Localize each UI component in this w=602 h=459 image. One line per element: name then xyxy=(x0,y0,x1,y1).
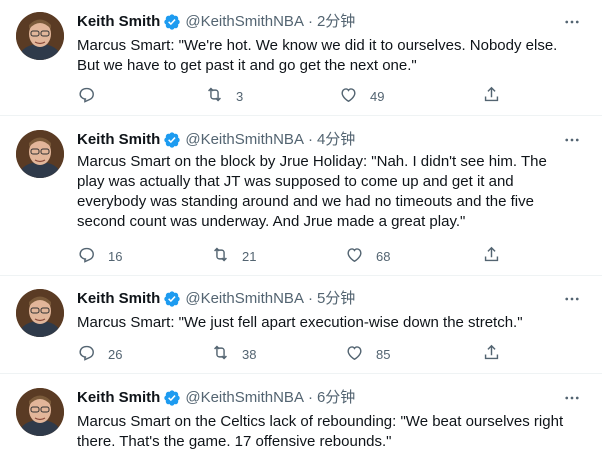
more-options-icon[interactable] xyxy=(562,289,582,309)
like-count: 49 xyxy=(370,88,385,104)
more-options-icon[interactable] xyxy=(562,388,582,408)
reply-button[interactable]: 16 xyxy=(77,246,122,266)
separator: · xyxy=(307,290,313,307)
like-icon xyxy=(339,85,358,107)
share-button[interactable] xyxy=(482,246,501,266)
timestamp[interactable]: 5分钟 xyxy=(317,289,355,309)
reply-button[interactable]: 26 xyxy=(77,344,122,364)
tweet-feed: Keith Smith @KeithSmithNBA · 2分钟 Marcus … xyxy=(0,0,602,459)
verified-badge-icon xyxy=(163,290,181,308)
like-button[interactable]: 49 xyxy=(339,86,384,106)
retweet-count: 3 xyxy=(236,88,244,104)
tweet-header: Keith Smith @KeithSmithNBA · 2分钟 xyxy=(77,12,355,32)
share-button[interactable] xyxy=(482,344,501,364)
more-options-icon[interactable] xyxy=(562,130,582,150)
like-count: 68 xyxy=(376,248,391,264)
timestamp[interactable]: 2分钟 xyxy=(317,12,355,32)
avatar[interactable] xyxy=(16,388,64,436)
tweet[interactable]: Keith Smith @KeithSmithNBA · 4分钟 Marcus … xyxy=(0,118,602,276)
retweet-icon xyxy=(205,85,224,107)
like-button[interactable]: 85 xyxy=(345,344,390,364)
like-icon xyxy=(345,343,364,365)
tweet-text: Marcus Smart: "We just fell apart execut… xyxy=(77,314,523,331)
author-handle[interactable]: @KeithSmithNBA xyxy=(185,12,304,32)
retweet-button[interactable]: 38 xyxy=(211,344,256,364)
timestamp[interactable]: 6分钟 xyxy=(317,388,355,408)
retweet-count: 38 xyxy=(242,346,257,362)
author-name[interactable]: Keith Smith xyxy=(77,388,160,408)
author-handle[interactable]: @KeithSmithNBA xyxy=(185,130,304,150)
separator: · xyxy=(307,389,313,406)
author-handle[interactable]: @KeithSmithNBA xyxy=(185,388,304,408)
retweet-icon xyxy=(211,245,230,267)
tweet-actions: 16 21 68 xyxy=(77,246,507,266)
avatar[interactable] xyxy=(16,289,64,337)
share-button[interactable] xyxy=(482,86,501,106)
author-handle[interactable]: @KeithSmithNBA xyxy=(185,289,304,309)
tweet-header: Keith Smith @KeithSmithNBA · 5分钟 xyxy=(77,289,355,309)
tweet[interactable]: Keith Smith @KeithSmithNBA · 5分钟 Marcus … xyxy=(0,277,602,374)
tweet-actions: 3 49 xyxy=(77,86,507,106)
like-button[interactable]: 68 xyxy=(345,246,390,266)
tweet-text: Marcus Smart on the Celtics lack of rebo… xyxy=(77,413,568,450)
tweet[interactable]: Keith Smith @KeithSmithNBA · 2分钟 Marcus … xyxy=(0,0,602,116)
retweet-button[interactable]: 21 xyxy=(211,246,256,266)
verified-badge-icon xyxy=(163,389,181,407)
separator: · xyxy=(307,131,313,148)
author-name[interactable]: Keith Smith xyxy=(77,130,160,150)
more-options-icon[interactable] xyxy=(562,12,582,32)
tweet-text: Marcus Smart on the block by Jrue Holida… xyxy=(77,153,551,230)
reply-icon xyxy=(77,343,96,365)
retweet-button[interactable]: 3 xyxy=(205,86,243,106)
tweet-text: Marcus Smart: "We're hot. We know we did… xyxy=(77,37,562,74)
author-name[interactable]: Keith Smith xyxy=(77,12,160,32)
reply-button[interactable] xyxy=(77,86,108,106)
like-count: 85 xyxy=(376,346,391,362)
tweet-header: Keith Smith @KeithSmithNBA · 4分钟 xyxy=(77,130,355,150)
avatar[interactable] xyxy=(16,12,64,60)
retweet-icon xyxy=(211,343,230,365)
reply-count: 26 xyxy=(108,346,123,362)
tweet[interactable]: Keith Smith @KeithSmithNBA · 6分钟 Marcus … xyxy=(0,375,602,459)
separator: · xyxy=(307,13,313,30)
verified-badge-icon xyxy=(163,131,181,149)
reply-count: 16 xyxy=(108,248,123,264)
share-icon xyxy=(482,245,501,267)
like-icon xyxy=(345,245,364,267)
tweet-header: Keith Smith @KeithSmithNBA · 6分钟 xyxy=(77,388,355,408)
share-icon xyxy=(482,343,501,365)
timestamp[interactable]: 4分钟 xyxy=(317,130,355,150)
author-name[interactable]: Keith Smith xyxy=(77,289,160,309)
verified-badge-icon xyxy=(163,13,181,31)
tweet-actions: 26 38 85 xyxy=(77,344,507,364)
reply-icon xyxy=(77,85,96,107)
reply-icon xyxy=(77,245,96,267)
share-icon xyxy=(482,85,501,107)
retweet-count: 21 xyxy=(242,248,257,264)
avatar[interactable] xyxy=(16,130,64,178)
